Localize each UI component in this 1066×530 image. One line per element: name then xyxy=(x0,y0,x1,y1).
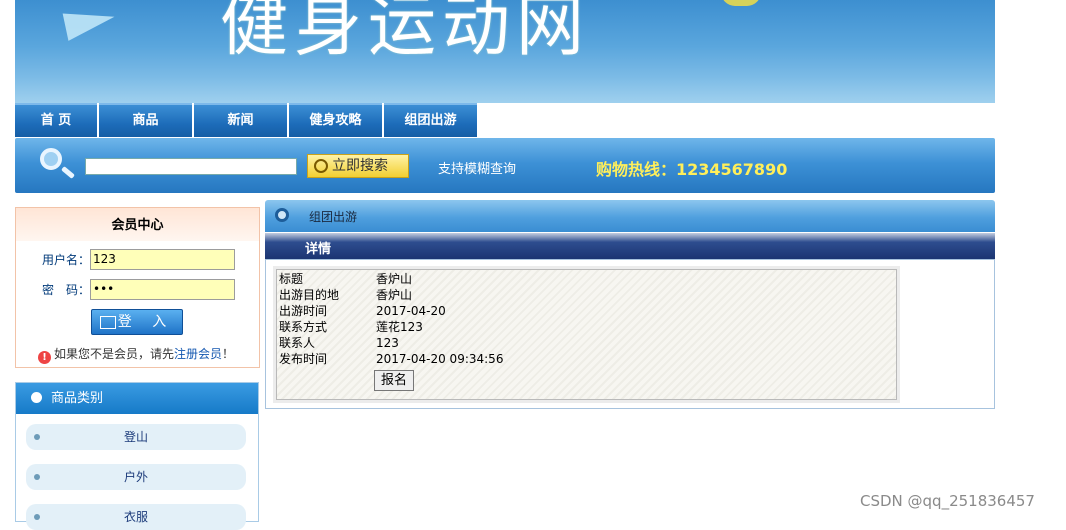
category-item[interactable]: 登山 xyxy=(26,424,246,450)
category-box: 商品类别 登山 户外 衣服 xyxy=(15,382,259,530)
row-key: 发布时间 xyxy=(279,352,328,366)
username-row: 用户名： 123 xyxy=(16,249,261,271)
section-header: 详情 xyxy=(265,233,995,259)
row-value: 2017-04-20 09:34:56 xyxy=(376,352,504,366)
bullet-icon xyxy=(34,514,40,520)
category-item-label: 登山 xyxy=(123,430,148,444)
category-header: 商品类别 xyxy=(16,383,258,414)
search-button[interactable]: 立即搜索 xyxy=(307,154,409,178)
site-banner: 健身运动网 xyxy=(15,0,995,103)
row-key: 出游目的地 xyxy=(279,288,340,302)
register-note-prefix: 如果您不是会员，请先 xyxy=(54,347,175,361)
category-title: 商品类别 xyxy=(51,391,104,406)
username-label: 用户名： xyxy=(41,253,90,267)
login-button[interactable]: 登 入 xyxy=(91,309,183,335)
category-icon xyxy=(31,392,42,403)
nav-tab-guides[interactable]: 健身攻略 xyxy=(289,103,382,137)
row-value: 香炉山 xyxy=(376,288,413,302)
row-value: 123 xyxy=(376,336,399,350)
breadcrumb-ring-icon xyxy=(275,208,289,222)
username-input[interactable]: 123 xyxy=(90,249,235,270)
member-center-title: 会员中心 xyxy=(16,208,259,241)
nav-tab-group-travel[interactable]: 组团出游 xyxy=(384,103,477,137)
login-button-label: 登 入 xyxy=(117,314,175,330)
register-note-suffix: ！ xyxy=(222,347,235,361)
detail-table: 标题 香炉山 出游目的地 香炉山 出游时间 2017-04-20 联系方式 莲花… xyxy=(273,266,900,403)
password-row: 密 码： ••• xyxy=(16,279,261,301)
nav-tab-home[interactable]: 首 页 xyxy=(15,103,97,137)
search-bar: 立即搜索 支持模糊查询 购物热线：1234567890 xyxy=(15,138,995,193)
search-hint: 支持模糊查询 xyxy=(438,162,517,177)
row-key: 联系人 xyxy=(279,336,316,350)
search-input[interactable] xyxy=(85,158,297,175)
nav-tab-products[interactable]: 商品 xyxy=(99,103,192,137)
watermark: CSDN @qq_251836457 xyxy=(860,492,1035,510)
breadcrumb: 组团出游 xyxy=(265,200,995,232)
password-label: 密 码： xyxy=(41,283,90,297)
magnifier-icon xyxy=(40,148,62,170)
row-key: 出游时间 xyxy=(279,304,328,318)
keyboard-icon xyxy=(100,316,116,329)
magnifier-handle-icon xyxy=(61,166,75,179)
row-key: 标题 xyxy=(279,272,304,286)
main-nav: 首 页 商品 新闻 健身攻略 组团出游 xyxy=(15,103,479,137)
signup-button[interactable]: 报名 xyxy=(374,370,414,391)
category-item[interactable]: 衣服 xyxy=(26,504,246,530)
row-key: 联系方式 xyxy=(279,320,328,334)
banner-arrow-decoration xyxy=(62,3,118,41)
password-input[interactable]: ••• xyxy=(90,279,235,300)
search-icon xyxy=(314,159,328,173)
bullet-icon xyxy=(34,434,40,440)
row-value: 香炉山 xyxy=(376,272,413,286)
register-note: ! 如果您不是会员，请先注册会员！ xyxy=(38,345,234,364)
banner-title: 健身运动网 xyxy=(220,0,591,66)
detail-table-inner: 标题 香炉山 出游目的地 香炉山 出游时间 2017-04-20 联系方式 莲花… xyxy=(276,269,897,400)
banner-sun-decoration xyxy=(721,0,761,6)
search-button-label: 立即搜索 xyxy=(332,158,388,174)
warning-icon: ! xyxy=(38,351,51,364)
section-title: 详情 xyxy=(305,242,332,257)
breadcrumb-text: 组团出游 xyxy=(309,210,358,224)
bullet-icon xyxy=(34,474,40,480)
category-item[interactable]: 户外 xyxy=(26,464,246,490)
category-item-label: 户外 xyxy=(123,470,148,484)
row-value: 莲花123 xyxy=(376,320,423,334)
member-center-box: 会员中心 用户名： 123 密 码： ••• 登 入 ! 如果您不是会员，请先注册… xyxy=(15,207,260,368)
category-item-label: 衣服 xyxy=(123,510,148,524)
detail-panel: 标题 香炉山 出游目的地 香炉山 出游时间 2017-04-20 联系方式 莲花… xyxy=(265,259,995,409)
row-value: 2017-04-20 xyxy=(376,304,446,318)
register-link[interactable]: 注册会员 xyxy=(174,347,222,361)
nav-tab-news[interactable]: 新闻 xyxy=(194,103,287,137)
shopping-hotline: 购物热线：1234567890 xyxy=(596,160,788,179)
